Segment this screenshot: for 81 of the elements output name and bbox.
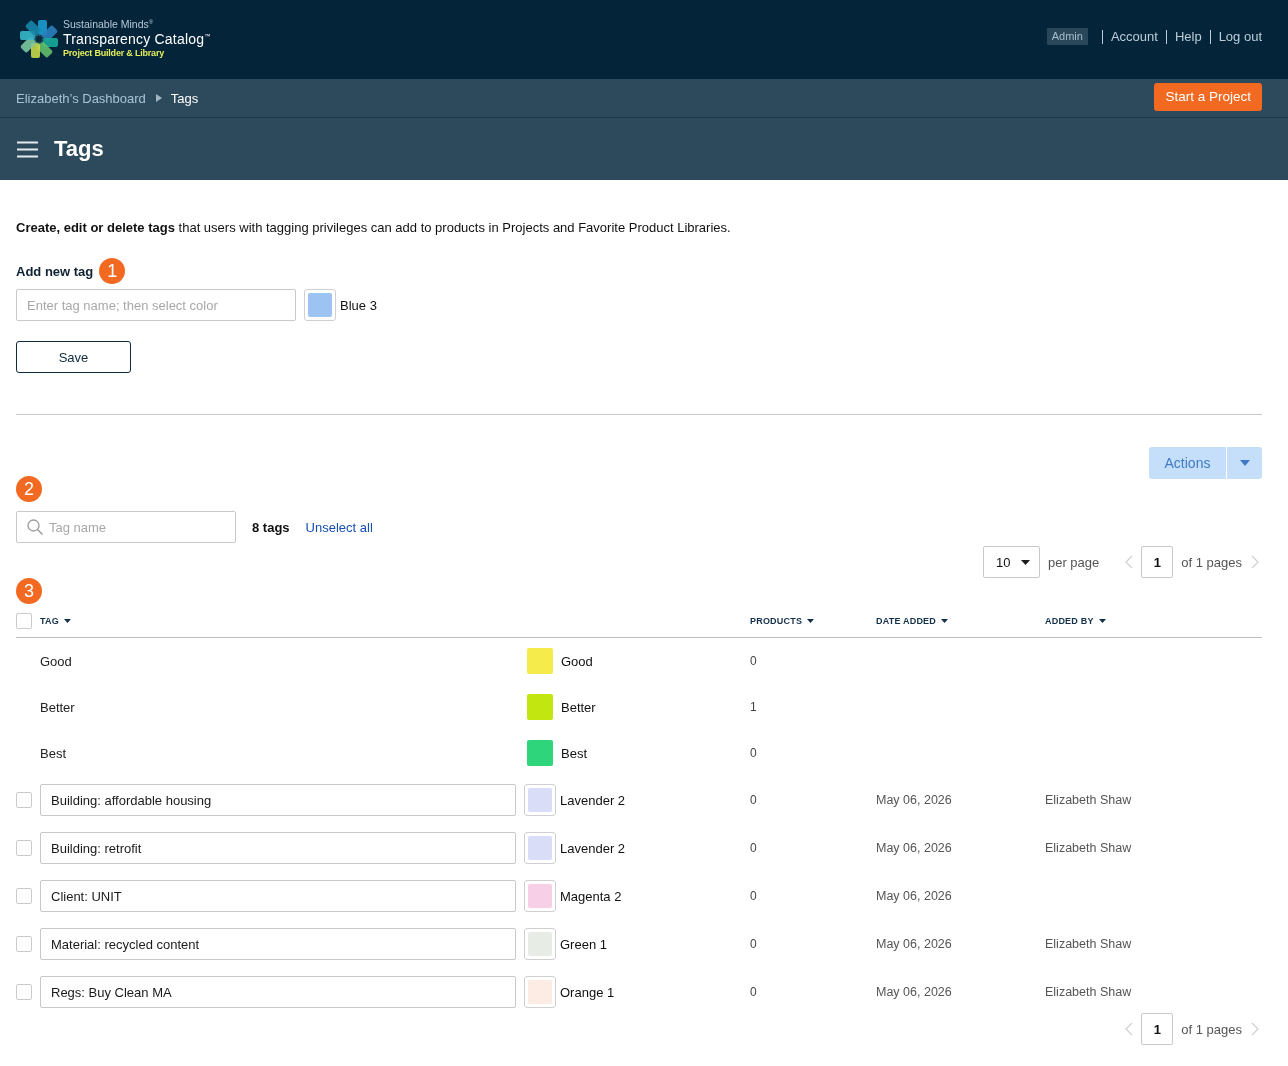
color-name: Lavender 2 <box>560 840 626 856</box>
caret-down-icon <box>1239 460 1250 466</box>
column-header[interactable]: ADDED BY <box>1045 615 1106 626</box>
menu-icon[interactable] <box>17 140 38 158</box>
per-page-select[interactable]: 10 <box>982 546 1040 578</box>
row-checkbox[interactable] <box>16 888 32 904</box>
page-count: of 1 pages <box>1181 1021 1242 1037</box>
caret-down-icon <box>1021 559 1031 565</box>
pinwheel-logo-icon[interactable] <box>18 17 60 60</box>
tag-count: 8 tags <box>252 519 290 535</box>
header-link[interactable]: Account <box>1110 29 1158 44</box>
triangle-right-icon <box>155 94 162 102</box>
save-button[interactable]: Save <box>16 341 131 373</box>
step-badge: 1 <box>99 258 126 284</box>
tag-name-input[interactable]: Building: retrofit <box>40 832 516 864</box>
role-badge: Admin <box>1046 28 1088 45</box>
date-added: May 06, 2026 <box>876 841 952 855</box>
page-title: Tags <box>54 136 104 162</box>
intro-text: Create, edit or delete tags that users with tagging privileges can add to products in Projects and Favorite Product Libraries. <box>16 220 732 236</box>
tag-name-input[interactable]: Material: recycled content <box>40 928 516 960</box>
product-count: 0 <box>750 937 757 951</box>
search-field[interactable]: Tag name <box>16 511 236 543</box>
color-name: Green 1 <box>560 936 607 952</box>
tag-name: Better <box>40 699 75 715</box>
row-checkbox[interactable] <box>16 936 32 952</box>
step-badge: 3 <box>16 578 42 604</box>
column-header[interactable]: TAG <box>40 615 71 626</box>
added-by: Elizabeth Shaw <box>1045 793 1132 807</box>
product-count: 1 <box>750 700 757 714</box>
tag-name: Best <box>40 745 66 761</box>
breadcrumb-current: Tags <box>170 90 199 106</box>
date-added: May 06, 2026 <box>876 793 952 807</box>
tag-name-input[interactable]: Regs: Buy Clean MA <box>40 976 516 1008</box>
added-by: Elizabeth Shaw <box>1045 985 1132 999</box>
caret-down-icon <box>807 618 815 623</box>
search-icon <box>27 519 43 535</box>
color-name: Good <box>561 653 593 669</box>
date-added: May 06, 2026 <box>876 937 952 951</box>
product-count: 0 <box>750 793 757 807</box>
added-by: Elizabeth Shaw <box>1045 937 1132 951</box>
color-name: Best <box>561 745 587 761</box>
header-link[interactable]: Log out <box>1218 29 1262 44</box>
page-count: of 1 pages <box>1181 554 1242 570</box>
date-added: May 06, 2026 <box>876 985 952 999</box>
tag-name-input[interactable]: Building: affordable housing <box>40 784 516 816</box>
caret-down-icon <box>941 618 948 623</box>
color-name: Lavender 2 <box>560 792 626 808</box>
page-input[interactable]: 1 <box>1141 546 1174 578</box>
column-header[interactable]: PRODUCTS <box>750 615 815 626</box>
product-count: 0 <box>750 985 757 999</box>
header-link[interactable]: Help <box>1174 29 1202 44</box>
column-header[interactable]: DATE ADDED <box>876 615 948 626</box>
actions-dropdown-button[interactable] <box>1227 447 1262 479</box>
add-tag-label: Add new tag <box>16 263 94 279</box>
tag-name: Good <box>40 653 72 669</box>
brand-name: Sustainable Minds$^{®}$ <box>63 17 155 31</box>
tag-name-input[interactable]: Enter tag name; then select color <box>16 289 296 321</box>
caret-down-icon <box>1098 618 1106 623</box>
product-count: 0 <box>750 841 757 855</box>
caret-down-icon <box>63 618 71 623</box>
row-checkbox[interactable] <box>16 792 32 808</box>
product-count: 0 <box>750 654 757 668</box>
tag-name-input[interactable]: Client: UNIT <box>40 880 516 912</box>
page-input[interactable]: 1 <box>1141 1013 1174 1045</box>
select-all-checkbox[interactable] <box>16 612 32 629</box>
per-page-label: per page <box>1047 554 1100 570</box>
unselect-all-link[interactable]: Unselect all <box>305 519 373 535</box>
breadcrumb-link[interactable]: Elizabeth’s Dashboard <box>16 90 146 106</box>
product-name: Transparency Catalog$^{™}$ <box>63 30 211 47</box>
date-added: May 06, 2026 <box>876 889 952 903</box>
product-count: 0 <box>750 889 757 903</box>
color-name: Blue 3 <box>340 297 377 313</box>
color-name: Better <box>561 699 596 715</box>
step-badge: 2 <box>16 476 42 502</box>
added-by: Elizabeth Shaw <box>1045 841 1132 855</box>
product-count: 0 <box>750 746 757 760</box>
row-checkbox[interactable] <box>16 984 32 1000</box>
product-subtitle: Project Builder & Library <box>63 47 166 60</box>
color-name: Magenta 2 <box>560 888 622 904</box>
row-checkbox[interactable] <box>16 840 32 856</box>
color-name: Orange 1 <box>560 984 615 1000</box>
